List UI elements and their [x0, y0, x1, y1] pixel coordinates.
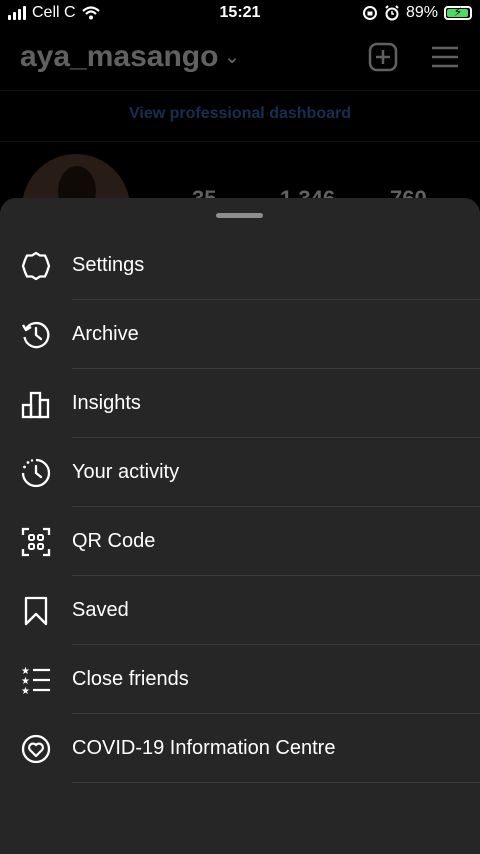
battery-icon: ⚡ — [444, 5, 472, 20]
covid-info-icon — [20, 733, 52, 765]
menu-icon[interactable] — [430, 42, 460, 72]
options-menu: Settings Archive Insights Your activity … — [0, 231, 480, 783]
alarm-icon — [385, 5, 399, 21]
menu-item-saved[interactable]: Saved — [0, 576, 480, 645]
new-post-icon[interactable] — [368, 42, 398, 72]
options-sheet: Settings Archive Insights Your activity … — [0, 198, 480, 854]
battery-percent: 89% — [405, 4, 438, 21]
menu-item-label: Saved — [72, 599, 129, 621]
menu-item-label: Settings — [72, 254, 145, 276]
activity-icon — [20, 457, 52, 489]
svg-text:★: ★ — [21, 686, 30, 696]
sheet-grabber[interactable] — [216, 213, 263, 218]
status-right: 89% ⚡ — [362, 4, 472, 22]
menu-item-label: Archive — [72, 323, 139, 345]
menu-item-label: COVID-19 Information Centre — [72, 737, 336, 759]
professional-dashboard-row[interactable]: View professional dashboard — [0, 90, 480, 142]
rotation-lock-icon — [362, 6, 377, 20]
settings-icon — [20, 250, 52, 282]
archive-icon — [20, 319, 52, 351]
menu-item-label: Your activity — [72, 461, 180, 483]
username: aya_masango — [20, 40, 219, 73]
insights-icon — [20, 388, 52, 420]
menu-item-archive[interactable]: Archive — [0, 300, 480, 369]
menu-item-covid-info[interactable]: COVID-19 Information Centre — [0, 714, 480, 783]
menu-item-insights[interactable]: Insights — [0, 369, 480, 438]
divider — [72, 782, 480, 783]
qr-code-icon — [20, 526, 52, 558]
username-switcher[interactable]: aya_masango ⌄ — [20, 40, 240, 74]
menu-item-your-activity[interactable]: Your activity — [0, 438, 480, 507]
professional-dashboard-link[interactable]: View professional dashboard — [0, 105, 480, 123]
close-friends-icon: ★ ★ ★ — [20, 664, 52, 696]
bookmark-icon — [20, 595, 52, 627]
chevron-down-icon: ⌄ — [224, 46, 240, 67]
status-bar: Cell C 15:21 89% ⚡ — [0, 0, 480, 28]
menu-item-label: QR Code — [72, 530, 156, 552]
menu-item-label: Insights — [72, 392, 141, 414]
menu-item-settings[interactable]: Settings — [0, 231, 480, 300]
menu-item-qr-code[interactable]: QR Code — [0, 507, 480, 576]
menu-item-close-friends[interactable]: ★ ★ ★ Close friends — [0, 645, 480, 714]
menu-item-label: Close friends — [72, 668, 189, 690]
